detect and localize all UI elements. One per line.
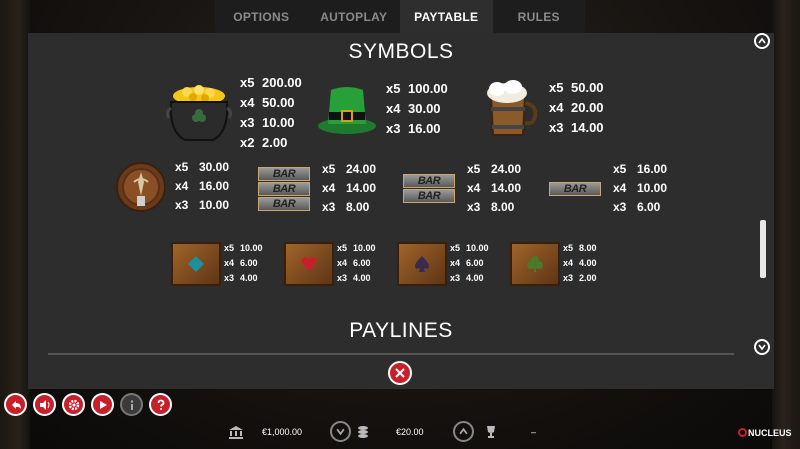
chevron-down-icon bbox=[758, 344, 766, 351]
close-button[interactable] bbox=[388, 361, 412, 385]
symbol-club: x5 8.00 x4 4.00 x3 2.00 bbox=[510, 241, 597, 286]
symbol-pot-of-gold: x5 200.00 x4 50.00 x3 10.00 x2 2.00 bbox=[163, 73, 302, 153]
spade-icon bbox=[397, 241, 447, 286]
triple-bar-icon: BAR BAR BAR bbox=[258, 166, 310, 211]
settings-button[interactable] bbox=[62, 393, 85, 416]
beer-mug-pays: x5 50.00 x4 20.00 x3 14.00 bbox=[549, 80, 604, 135]
chevron-down-icon bbox=[336, 428, 345, 436]
double-bar-icon: BAR BAR bbox=[403, 174, 455, 203]
pot-of-gold-icon bbox=[165, 85, 233, 141]
tab-autoplay[interactable]: AUTOPLAY bbox=[308, 0, 401, 33]
help-button[interactable] bbox=[149, 393, 172, 416]
heart-pays: x5 10.00 x4 6.00 x3 4.00 bbox=[337, 243, 376, 283]
back-button[interactable] bbox=[4, 393, 27, 416]
symbol-beer-mug: x5 50.00 x4 20.00 x3 14.00 bbox=[483, 78, 604, 138]
scrollbar-thumb[interactable] bbox=[760, 220, 766, 278]
symbol-barrel: x5 30.00 x4 16.00 x3 10.00 bbox=[116, 158, 229, 215]
symbols-title: SYMBOLS bbox=[348, 40, 454, 63]
trophy-icon bbox=[487, 426, 495, 438]
tab-paytable[interactable]: PAYTABLE bbox=[400, 0, 493, 33]
symbol-double-bar: BAR BAR x5 24.00 x4 14.00 x3 8.00 bbox=[403, 160, 521, 217]
chevron-up-icon bbox=[459, 427, 468, 435]
paylines-divider bbox=[48, 353, 734, 355]
spade-pays: x5 10.00 x4 6.00 x3 4.00 bbox=[450, 243, 489, 283]
green-hat-icon bbox=[318, 87, 376, 134]
win-value: – bbox=[531, 427, 537, 437]
double-bar-pays: x5 24.00 x4 14.00 x3 8.00 bbox=[467, 162, 522, 214]
bet-increase-button[interactable] bbox=[453, 421, 474, 442]
diamond-pays: x5 10.00 x4 6.00 x3 4.00 bbox=[224, 243, 263, 283]
scroll-down-button[interactable] bbox=[754, 339, 770, 355]
pot-of-gold-pays: x5 200.00 x4 50.00 x3 10.00 x2 2.00 bbox=[240, 75, 302, 150]
chevron-up-icon bbox=[758, 37, 766, 44]
nucleus-logo-icon bbox=[738, 428, 747, 437]
speaker-icon bbox=[39, 399, 49, 410]
play-icon bbox=[99, 400, 107, 409]
gear-icon bbox=[68, 399, 79, 410]
background-right bbox=[772, 0, 800, 449]
coins-icon bbox=[358, 426, 368, 438]
green-hat-pays: x5 100.00 x4 30.00 x3 16.00 bbox=[386, 81, 448, 136]
symbol-single-bar: BAR x5 16.00 x4 10.00 x3 6.00 bbox=[549, 160, 667, 217]
paytable-panel: SYMBOLS x5 200.00 x4 50.00 x3 10.00 x2 2.00 … bbox=[28, 33, 774, 389]
bet-value: €20.00 bbox=[396, 427, 424, 437]
symbol-green-hat: x5 100.00 x4 30.00 x3 16.00 bbox=[316, 79, 448, 139]
single-bar-pays: x5 16.00 x4 10.00 x3 6.00 bbox=[613, 162, 668, 214]
background-left bbox=[0, 0, 30, 449]
symbol-heart: x5 10.00 x4 6.00 x3 4.00 bbox=[284, 241, 376, 286]
autoplay-button[interactable] bbox=[91, 393, 114, 416]
info-button[interactable] bbox=[120, 393, 143, 416]
symbol-spade: x5 10.00 x4 6.00 x3 4.00 bbox=[397, 241, 489, 286]
info-icon bbox=[130, 399, 133, 410]
tab-rules[interactable]: RULES bbox=[493, 0, 586, 33]
beer-mug-icon bbox=[487, 80, 538, 136]
symbol-diamond: x5 10.00 x4 6.00 x3 4.00 bbox=[171, 241, 263, 286]
paylines-title: PAYLINES bbox=[349, 319, 453, 342]
heart-icon bbox=[284, 241, 334, 286]
sound-button[interactable] bbox=[33, 393, 56, 416]
symbol-triple-bar: BAR BAR BAR x5 24.00 x4 14.00 x3 8.00 bbox=[258, 160, 376, 217]
club-pays: x5 8.00 x4 4.00 x3 2.00 bbox=[563, 243, 597, 283]
diamond-icon bbox=[171, 241, 221, 286]
bank-icon bbox=[229, 426, 243, 439]
single-bar-icon: BAR bbox=[549, 181, 601, 196]
barrel-icon bbox=[116, 161, 166, 212]
back-arrow-icon bbox=[11, 400, 21, 409]
brand-logo: NUCLEUS bbox=[748, 428, 792, 438]
scroll-up-button[interactable] bbox=[754, 33, 770, 49]
barrel-pays: x5 30.00 x4 16.00 x3 10.00 bbox=[175, 160, 230, 212]
bet-decrease-button[interactable] bbox=[330, 421, 351, 442]
question-icon bbox=[157, 399, 164, 410]
triple-bar-pays: x5 24.00 x4 14.00 x3 8.00 bbox=[322, 162, 377, 214]
club-icon bbox=[510, 241, 560, 286]
tab-options[interactable]: OPTIONS bbox=[215, 0, 308, 33]
menu-tabs: OPTIONS AUTOPLAY PAYTABLE RULES bbox=[215, 0, 585, 33]
close-icon bbox=[395, 368, 405, 378]
balance-value: €1,000.00 bbox=[262, 427, 303, 437]
